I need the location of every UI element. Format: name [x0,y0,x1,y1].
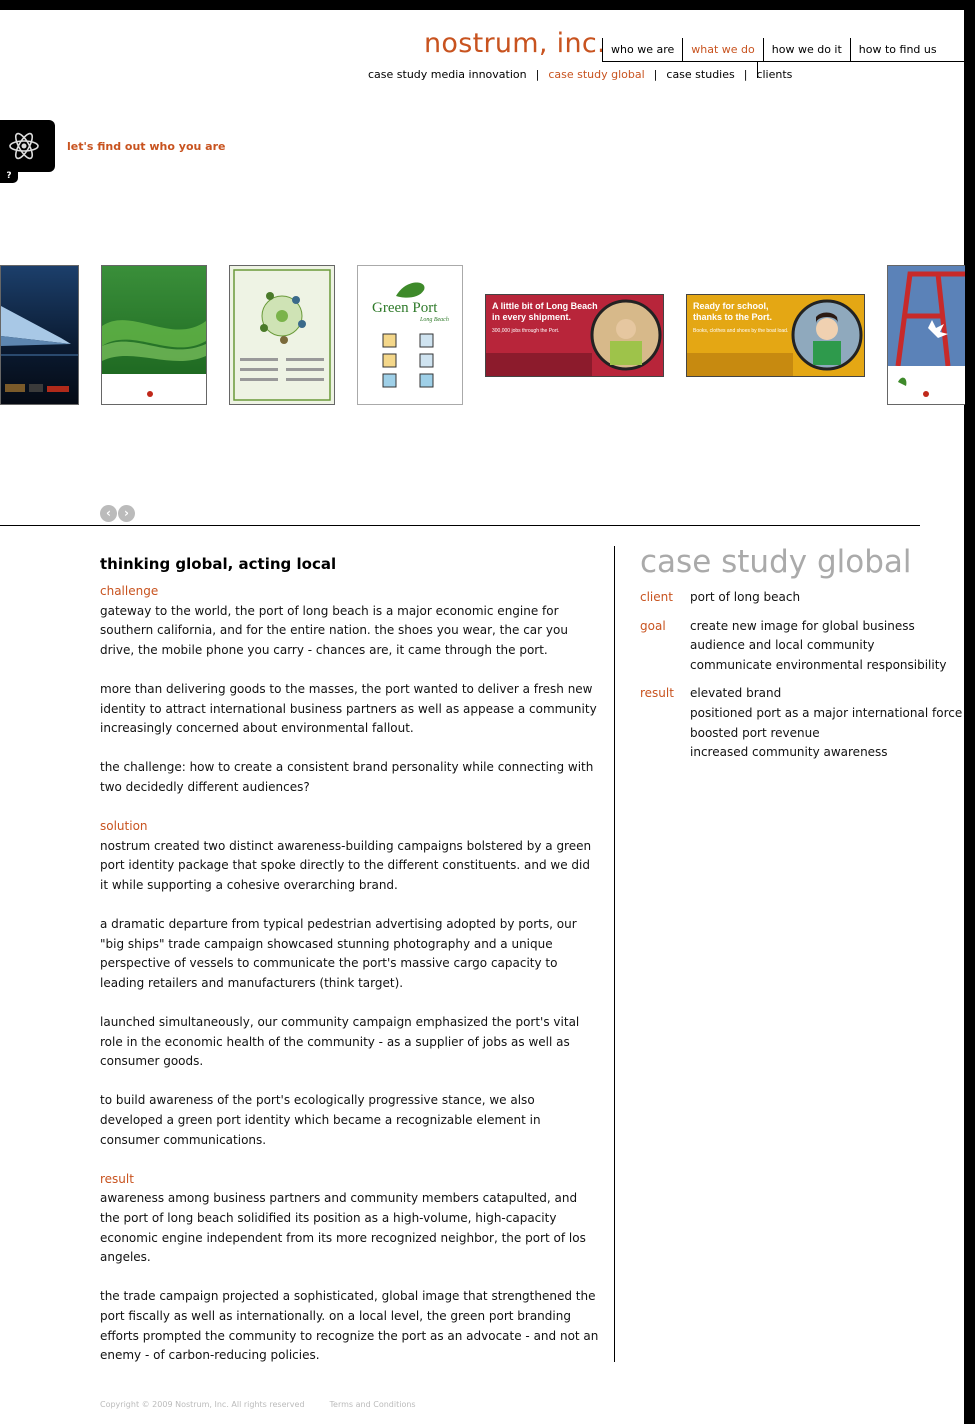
paragraph: awareness among business partners and co… [100,1191,586,1265]
fact-value: elevated brand [690,686,782,701]
fact-value: positioned port as a major international… [690,705,963,720]
gallery-arrows: ‹ › [100,505,135,522]
svg-text:thanks to the Port.: thanks to the Port. [693,312,772,322]
paragraph: the trade campaign projected a sophistic… [100,1289,599,1363]
fact-result: result elevated brand positioned port as… [640,684,962,762]
gallery-item-thinking-green[interactable] [229,265,335,405]
section-heading-solution: solution [100,819,148,834]
ad-subline: Books, clothes and shoes by the boat loa… [693,328,788,334]
tagline-link[interactable]: let's find out who you are [67,140,225,153]
sidebar-title: case study global [640,544,912,580]
article-body: challenge gateway to the world, the port… [100,582,600,1385]
gallery-next-button[interactable]: › [118,505,135,522]
gallery-item-crane-ad[interactable] [887,265,965,405]
fact-label: client [640,590,673,604]
terms-link[interactable]: Terms and Conditions [330,1400,416,1409]
fact-value: port of long beach [690,590,801,604]
nav-what-we-do[interactable]: what we do [682,38,763,62]
gallery-item-green-port-identity[interactable]: Green Port Long Beach [357,265,463,405]
paragraph: a dramatic departure from typical pedest… [100,917,577,990]
fact-value: boosted port revenue [690,725,820,740]
fact-value: communicate environmental responsibility [690,657,947,672]
company-logo[interactable]: nostrum, inc. [424,28,606,59]
top-border [0,0,975,10]
footer: Copyright © 2009 Nostrum, Inc. All right… [100,1400,441,1409]
gallery-item-community-ad-shipment[interactable]: A little bit of Long Beach in every ship… [485,294,664,377]
section-heading-challenge: challenge [100,584,159,598]
subnav-separator: | [743,68,748,81]
copyright-text: Copyright © 2009 Nostrum, Inc. All right… [100,1400,305,1409]
help-icon[interactable]: ? [0,170,18,183]
nav-divider [602,61,964,62]
paragraph: nostrum created two distinct awareness-b… [100,838,592,892]
svg-text:in every shipment.: in every shipment. [492,312,571,322]
main-nav: who we are what we do how we do it how t… [602,38,945,62]
gallery-item-big-ships[interactable] [0,265,79,405]
sub-nav: case study media innovation | case study g… [368,68,792,81]
gallery-prev-button[interactable]: ‹ [100,505,117,522]
paragraph: gateway to the world, the port of long b… [100,603,568,657]
fact-label: goal [640,618,666,633]
fact-goal: goal create new image for global busines… [640,617,962,676]
case-facts: client port of long beach goal create ne… [640,588,962,772]
green-port-logo-text: Green Port [372,300,438,316]
section-divider [0,525,920,526]
subnav-separator: | [653,68,658,81]
svg-text:A little bit of Long Beach: A little bit of Long Beach [492,301,598,311]
subnav-case-study-global[interactable]: case study global [548,68,644,81]
subnav-separator: | [535,68,540,81]
atom-icon[interactable] [0,120,55,172]
ad-subline: 300,000 jobs through the Port. [492,328,559,334]
article-title: thinking global, acting local [100,555,337,573]
subnav-case-study-media-innovation[interactable]: case study media innovation [368,68,527,81]
subnav-case-studies[interactable]: case studies [666,68,734,81]
subnav-clients[interactable]: clients [756,68,792,81]
fact-value: increased community awareness [690,745,888,760]
nav-how-to-find-us[interactable]: how to find us [849,38,945,62]
nav-how-we-do-it[interactable]: how we do it [762,38,850,62]
svg-text:Ready for school,: Ready for school, [693,301,769,311]
paragraph: more than delivering goods to the masses… [100,681,597,736]
fact-label: result [640,686,674,701]
nav-who-we-are[interactable]: who we are [602,38,682,62]
paragraph: the challenge: how to create a consisten… [100,760,594,794]
column-divider [614,546,615,1362]
section-heading-result: result [100,1171,134,1186]
fact-value: audience and local community [690,638,875,653]
green-port-logo-sub: Long Beach [419,317,449,323]
fact-client: client port of long beach [640,588,962,608]
fact-value: create new image for global business [690,618,915,633]
paragraph: launched simultaneously, our community c… [100,1015,580,1069]
gallery-item-green-port-brochure[interactable] [101,265,207,405]
right-border [964,0,975,1424]
gallery-item-community-ad-school[interactable]: Ready for school, thanks to the Port. Bo… [686,294,865,377]
paragraph: to build awareness of the port's ecologi… [100,1093,541,1147]
